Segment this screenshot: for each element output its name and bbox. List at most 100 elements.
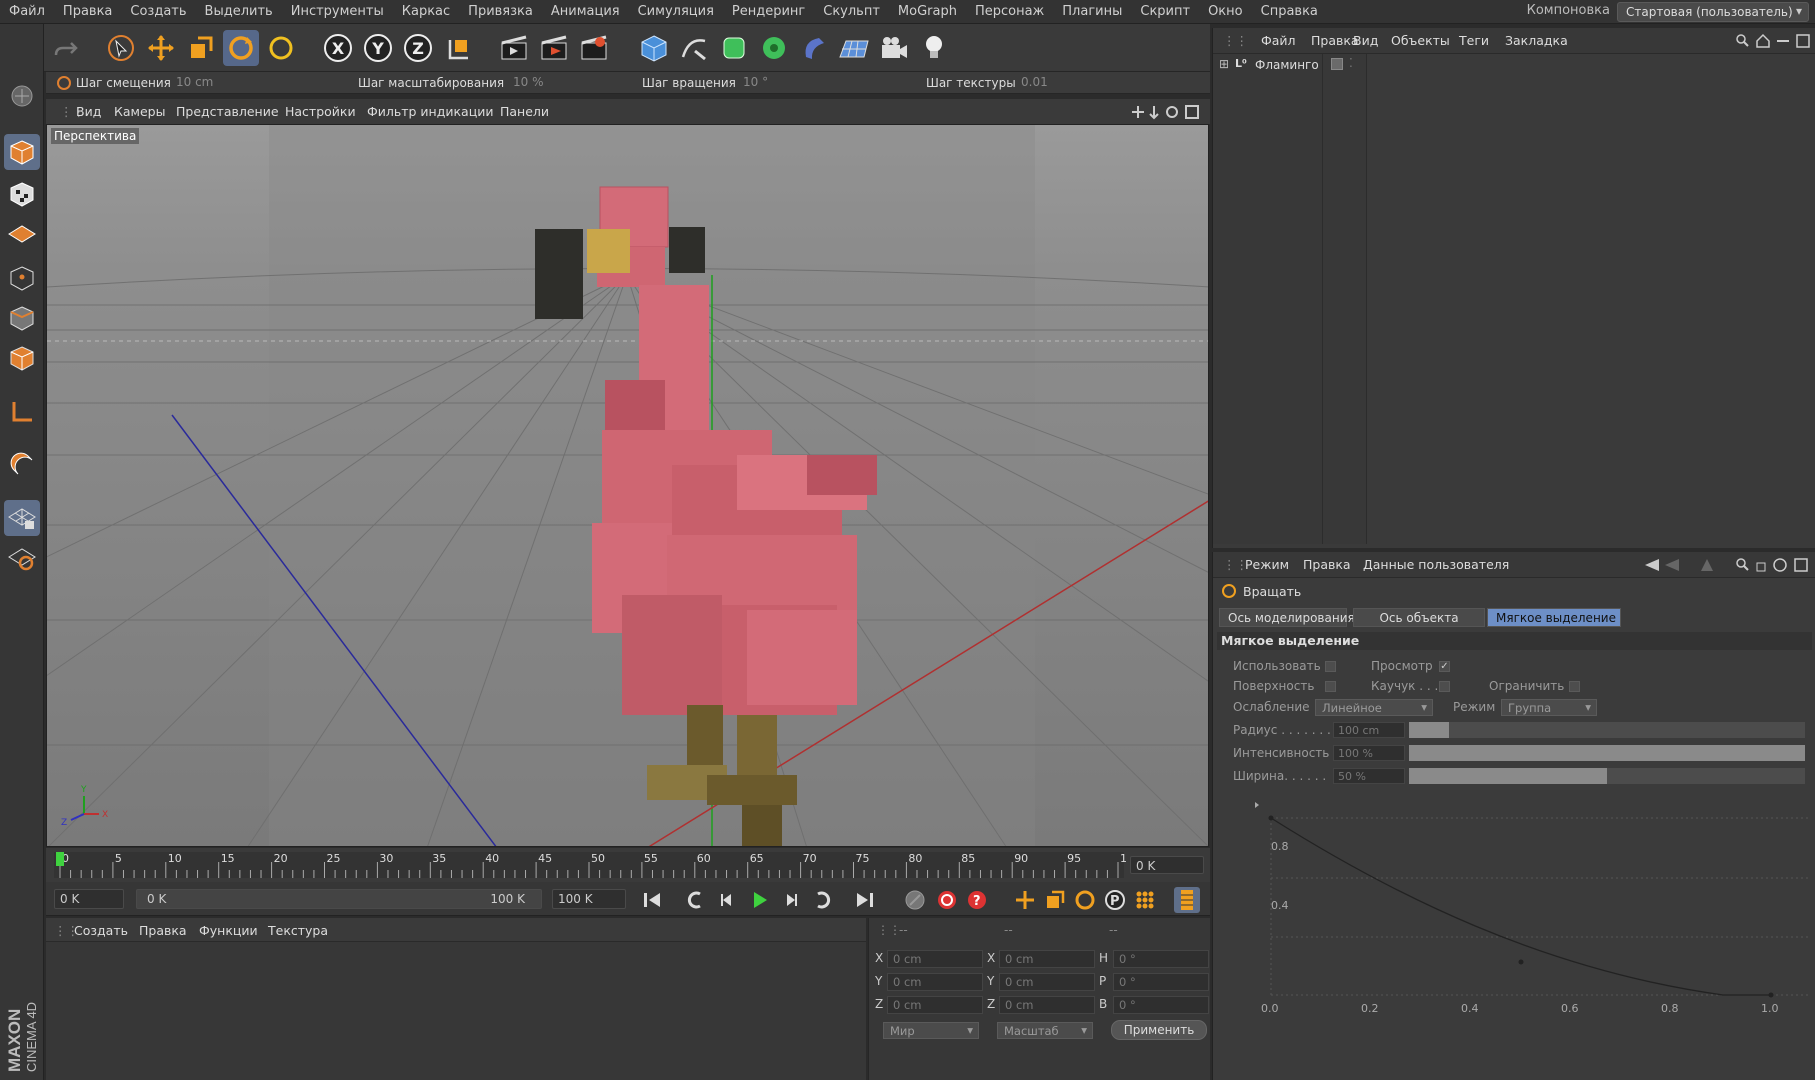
record-keys-disabled-button[interactable] [902,887,928,913]
mode-select[interactable]: Группа [1501,699,1597,716]
timeline-ruler[interactable]: 0 5 10 15 20 25 30 35 40 45 50 55 60 65 70 75 80 85 90 95 1 0… [46,848,1210,882]
go-to-start-button[interactable] [639,887,665,913]
deformer-button[interactable] [796,30,832,66]
snap-button[interactable] [4,446,40,482]
render-settings-button[interactable] [576,30,612,66]
object-menu-objects[interactable]: Объекты [1391,33,1450,48]
edges-mode-button[interactable] [4,300,40,336]
viewport-nav-icons[interactable] [1130,104,1200,120]
menu-window[interactable]: Окно [1199,4,1252,19]
object-menu-view[interactable]: Вид [1353,33,1378,48]
viewport-menu-filter[interactable]: Фильтр индикации [367,104,493,119]
key-pla-button[interactable] [1132,887,1158,913]
coord-space-select[interactable]: Мир [883,1022,979,1039]
current-frame-field[interactable]: 0 K [1130,856,1204,874]
cube-object-button[interactable] [636,30,672,66]
cloner-button[interactable] [756,30,792,66]
layout-select[interactable]: Стартовая (пользователь) [1617,2,1809,22]
next-key-button[interactable] [810,887,836,913]
make-editable-button[interactable] [4,78,40,114]
floor-button[interactable] [836,30,872,66]
object-menu-tags[interactable]: Теги [1459,33,1489,48]
menu-edit[interactable]: Правка [54,4,121,19]
coord-size-y-field[interactable]: 0 cm [999,973,1095,991]
attr-menu-edit[interactable]: Правка [1303,557,1351,572]
points-mode-button[interactable] [4,260,40,296]
coord-pos-x-field[interactable]: 0 cm [887,950,983,968]
autokey-button[interactable]: ? [964,887,990,913]
coord-rot-p-field[interactable]: 0 ° [1113,973,1209,991]
viewport-menu-options[interactable]: Настройки [285,104,356,119]
menu-script[interactable]: Скрипт [1131,4,1199,19]
coord-pos-y-field[interactable]: 0 cm [887,973,983,991]
material-menu-texture[interactable]: Текстура [268,923,328,938]
key-rotation-button[interactable] [1072,887,1098,913]
menu-simulate[interactable]: Симуляция [629,4,723,19]
end-frame-field[interactable]: 100 K [552,889,626,909]
y-axis-lock-button[interactable]: Y [360,30,396,66]
record-active-button[interactable] [934,887,960,913]
viewport-menu-panel[interactable]: Панели [500,104,549,119]
coordinate-system-button[interactable] [440,30,476,66]
menu-render[interactable]: Рендеринг [723,4,814,19]
coord-pos-z-field[interactable]: 0 cm [887,996,983,1014]
radius-slider[interactable] [1409,722,1805,738]
object-manager-tools[interactable] [1735,33,1811,49]
attribute-nav-tools[interactable] [1643,557,1811,573]
previous-key-button[interactable] [682,887,708,913]
next-frame-button[interactable] [778,887,804,913]
width-field[interactable]: 50 % [1333,768,1405,784]
previous-frame-button[interactable] [714,887,740,913]
rubber-checkbox[interactable] [1439,681,1450,692]
coord-size-x-field[interactable]: 0 cm [999,950,1095,968]
rotate-tool-button[interactable] [223,30,259,66]
menu-animate[interactable]: Анимация [542,4,629,19]
width-slider[interactable] [1409,768,1805,784]
subdivision-button[interactable] [716,30,752,66]
material-menu-edit[interactable]: Правка [139,923,187,938]
move-tool-button[interactable] [143,30,179,66]
workplane-mode-button[interactable] [4,216,40,252]
intensity-slider[interactable] [1409,745,1805,761]
axis-mode-button[interactable] [4,394,40,430]
spline-pen-button[interactable] [676,30,712,66]
perspective-viewport[interactable]: Y X Z Перспектива [46,124,1209,847]
start-frame-field[interactable]: 0 K [54,889,124,909]
apply-button[interactable]: Применить [1111,1020,1207,1040]
intensity-field[interactable]: 100 % [1333,745,1405,761]
menu-mograph[interactable]: MoGraph [889,4,966,19]
menu-plugins[interactable]: Плагины [1053,4,1131,19]
preview-checkbox[interactable]: ✓ [1439,661,1450,672]
object-menu-edit[interactable]: Правка [1311,33,1359,48]
recent-tool-button[interactable] [263,30,299,66]
play-button[interactable] [746,887,772,913]
model-mode-button[interactable] [4,134,40,170]
restrict-checkbox[interactable] [1569,681,1580,692]
coord-size-z-field[interactable]: 0 cm [999,996,1095,1014]
coord-rot-h-field[interactable]: 0 ° [1113,950,1209,968]
viewport-menu-view[interactable]: Вид [76,104,101,119]
viewport-menu-cameras[interactable]: Камеры [114,104,165,119]
texture-mode-button[interactable] [4,176,40,212]
falloff-curve-graph[interactable]: 0.8 0.4 0.0 0.2 0.4 0.6 0.8 1.0 [1243,790,1813,1020]
tab-object-axis[interactable]: Ось объекта [1353,608,1485,627]
menu-sculpt[interactable]: Скульпт [814,4,889,19]
layer-icon[interactable] [1331,58,1343,70]
workplane-lock-button[interactable] [4,500,40,536]
key-scale-button[interactable] [1042,887,1068,913]
menu-tools[interactable]: Инструменты [282,4,393,19]
go-to-end-button[interactable] [852,887,878,913]
x-axis-lock-button[interactable]: X [320,30,356,66]
attr-menu-mode[interactable]: Режим [1245,557,1289,572]
menu-mesh[interactable]: Каркас [393,4,459,19]
render-picture-viewer-button[interactable] [536,30,572,66]
key-parameter-button[interactable]: P [1102,887,1128,913]
material-menu-create[interactable]: Создать [74,923,128,938]
key-position-button[interactable] [1012,887,1038,913]
coord-size-mode-select[interactable]: Масштаб [997,1022,1093,1039]
camera-button[interactable] [876,30,912,66]
texture-step-field[interactable]: 0.01 [1016,75,1206,92]
scale-tool-button[interactable] [183,30,219,66]
visibility-dots-icon[interactable]: ⁚ [1349,56,1353,70]
menu-character[interactable]: Персонаж [966,4,1053,19]
